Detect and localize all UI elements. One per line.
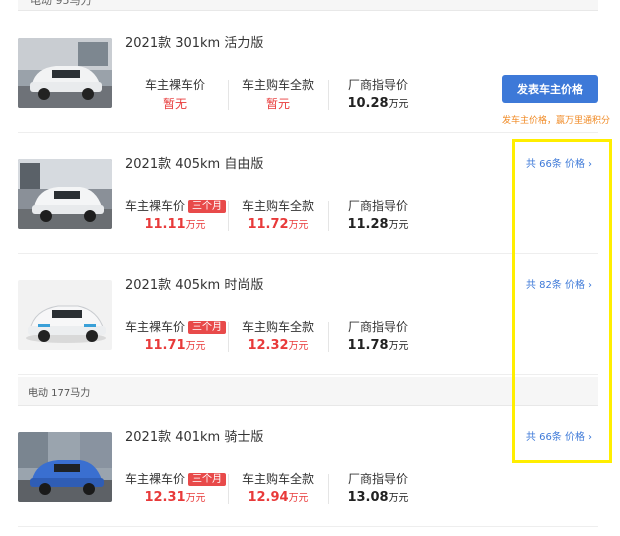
trim-row: 2021款 401km 骑士版 车主裸车价 三个月 12.31万元 车主购车全款 …	[18, 406, 598, 527]
guide-price: 厂商指导价 11.28万元	[328, 197, 428, 232]
full-price-value: 暂元	[265, 97, 290, 111]
publish-note: 发车主价格，赢万里通积分	[502, 116, 611, 126]
car-thumbnail[interactable]	[18, 432, 112, 502]
guide-price-label: 厂商指导价	[347, 78, 408, 92]
guide-price: 厂商指导价 11.78万元	[328, 318, 428, 353]
full-price: 车主购车全款 12.32万元	[228, 318, 328, 353]
full-price-label: 车主购车全款	[241, 199, 314, 213]
guide-price: 厂商指导价 13.08万元	[328, 470, 428, 505]
group-header-label: 电动 177马力	[28, 388, 91, 399]
trim-row: 2021款 405km 自由版 车主裸车价 三个月 11.11万元 车主购车全款 …	[18, 133, 598, 254]
trim-title[interactable]: 2021款 401km 骑士版	[125, 426, 263, 445]
owner-price: 车主裸车价 三个月 11.71万元	[125, 318, 227, 353]
owner-price: 车主裸车价 暂无	[125, 76, 225, 112]
full-price: 车主购车全款 暂元	[228, 76, 328, 112]
full-price: 车主购车全款 12.94万元	[228, 470, 328, 505]
guide-price-value: 10.28万元	[347, 96, 409, 111]
owner-price-value: 12.31万元	[144, 490, 206, 505]
owner-price-label: 车主裸车价 三个月	[125, 197, 227, 214]
owner-price: 车主裸车价 三个月 11.11万元	[125, 197, 227, 232]
owner-price-label: 车主裸车价	[144, 78, 205, 92]
period-badge: 三个月	[188, 321, 227, 334]
guide-price: 厂商指导价 10.28万元	[328, 76, 428, 111]
owner-price-value: 暂无	[162, 97, 187, 111]
owner-price: 车主裸车价 三个月 12.31万元	[125, 470, 227, 505]
owner-price-label: 车主裸车价 三个月	[125, 470, 227, 487]
owner-price-value: 11.71万元	[144, 338, 206, 353]
period-badge: 三个月	[188, 200, 227, 213]
full-price-label: 车主购车全款	[241, 78, 314, 92]
trim-title[interactable]: 2021款 405km 时尚版	[125, 274, 263, 293]
guide-price-value: 11.78万元	[347, 338, 409, 353]
full-price-value: 12.32万元	[247, 338, 309, 353]
car-thumbnail[interactable]	[18, 159, 112, 229]
guide-price-value: 11.28万元	[347, 217, 409, 232]
group-header: 电动 177马力	[18, 377, 598, 406]
car-thumbnail[interactable]	[18, 280, 112, 350]
owner-price-label: 车主裸车价 三个月	[125, 318, 227, 335]
trim-row: 2021款 405km 时尚版 车主裸车价 三个月 11.71万元 车主购车全款 …	[18, 254, 598, 375]
full-price: 车主购车全款 11.72万元	[228, 197, 328, 232]
trim-row: 2021款 301km 活力版 车主裸车价 暂无 车主购车全款 暂元 厂商指导价…	[18, 12, 610, 133]
full-price-label: 车主购车全款	[241, 472, 314, 486]
guide-price-value: 13.08万元	[347, 490, 409, 505]
full-price-value: 11.72万元	[247, 217, 309, 232]
full-price-value: 12.94万元	[247, 490, 309, 505]
guide-price-label: 厂商指导价	[347, 472, 408, 486]
group-header-top: 电动 95马力	[18, 0, 598, 11]
highlight-box	[512, 139, 612, 463]
period-badge: 三个月	[188, 473, 227, 486]
group-header-label: 电动 95马力	[30, 0, 92, 7]
guide-price-label: 厂商指导价	[347, 199, 408, 213]
full-price-label: 车主购车全款	[241, 320, 314, 334]
trim-title[interactable]: 2021款 301km 活力版	[125, 32, 263, 51]
car-thumbnail[interactable]	[18, 38, 112, 108]
owner-price-value: 11.11万元	[144, 217, 206, 232]
trim-title[interactable]: 2021款 405km 自由版	[125, 153, 263, 172]
publish-price-button[interactable]: 发表车主价格	[502, 75, 598, 103]
guide-price-label: 厂商指导价	[347, 320, 408, 334]
